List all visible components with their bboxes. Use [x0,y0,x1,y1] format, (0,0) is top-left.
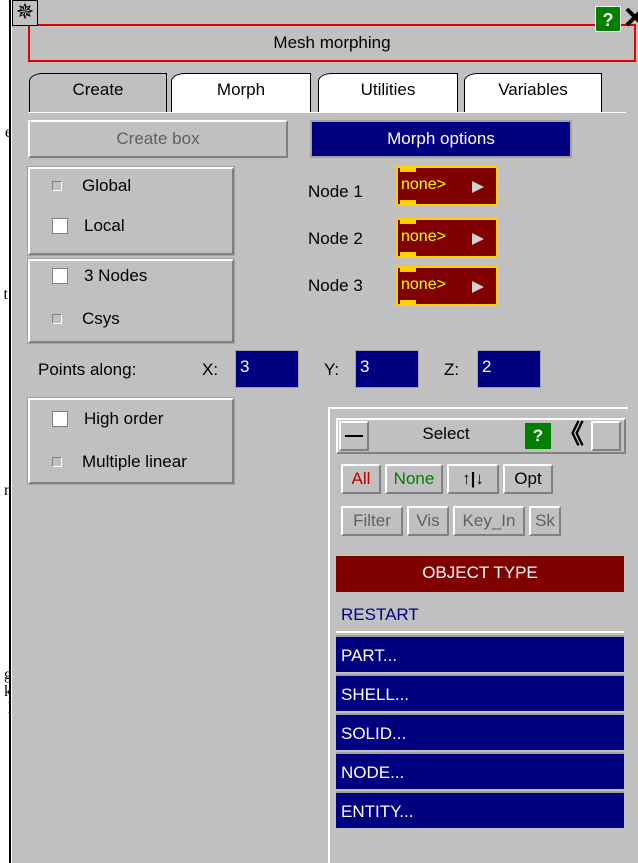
arrow-icon [472,181,484,193]
morph-options-button[interactable]: Morph options [310,120,572,158]
object-type-item[interactable]: SOLID... [336,713,624,750]
node-3-value: none> [401,276,446,293]
node-1-value: none> [401,176,446,193]
local-option[interactable]: Local [52,213,125,239]
x-label: X: [202,360,219,379]
node-marker [400,300,416,304]
tab-variables[interactable]: Variables [464,73,602,113]
high-order-option[interactable]: High order [52,406,163,432]
mesh-morphing-panel: Mesh morphing ✵ ? ✕ Create Morph Utiliti… [11,0,638,863]
object-type-item[interactable]: NODE... [336,752,624,789]
node-3-selector[interactable]: none> [396,266,498,306]
three-nodes-option[interactable]: 3 Nodes [52,263,147,289]
global-radio[interactable] [52,181,62,191]
global-option[interactable]: Global [52,173,131,199]
node-2-value: none> [401,228,446,245]
node-marker [400,220,416,224]
node-marker [400,168,416,172]
maximize-icon[interactable] [591,421,621,451]
csys-radio[interactable] [52,314,62,324]
collapse-icon[interactable]: 《 [555,420,587,450]
y-label: Y: [324,360,340,379]
csys-label: Csys [82,309,120,328]
object-type-item[interactable]: PART... [336,635,624,672]
help-button[interactable]: ? [595,6,621,32]
node-1-selector[interactable]: none> [396,166,498,206]
window-title: Mesh morphing [273,33,391,52]
multiple-linear-label: Multiple linear [82,452,187,471]
three-nodes-label: 3 Nodes [84,266,148,285]
arrow-icon [472,281,484,293]
title-bar[interactable]: Mesh morphing [28,24,636,62]
tab-utilities[interactable]: Utilities [318,73,458,113]
select-none-button[interactable]: None [385,464,443,494]
node-3-label: Node 3 [308,276,363,295]
csys-option[interactable]: Csys [52,306,120,332]
toggle-selection-button[interactable]: ↑|↓ [447,464,499,494]
node-marker [400,252,416,256]
multiple-linear-option[interactable]: Multiple linear [52,449,187,475]
node-1-label: Node 1 [308,182,363,201]
z-label: Z: [444,360,460,379]
x-points-input[interactable]: 3 [235,350,299,388]
sketch-button[interactable]: Sk [529,506,561,536]
node-marker [400,268,416,272]
pin-icon[interactable]: ✵ [12,0,38,26]
object-type-item[interactable]: SHELL... [336,674,624,711]
multiple-linear-radio[interactable] [52,457,62,467]
create-box-button[interactable]: Create box [28,120,288,158]
select-all-button[interactable]: All [341,464,381,494]
node-2-selector[interactable]: none> [396,218,498,258]
points-along-label: Points along: [38,360,137,379]
node-marker [400,200,416,204]
select-options-button[interactable]: Opt [503,464,553,494]
local-label: Local [84,216,125,235]
tab-morph[interactable]: Morph [171,73,311,113]
select-help-button[interactable]: ? [525,423,551,449]
object-type-item[interactable]: ENTITY... [336,791,624,828]
object-type-header: OBJECT TYPE [336,556,624,592]
global-label: Global [82,176,132,195]
close-icon[interactable]: ✕ [621,4,638,34]
z-points-input[interactable]: 2 [477,350,541,388]
filter-button[interactable]: Filter [341,506,403,536]
toggle-icon: ↑|↓ [462,469,484,488]
node-2-label: Node 2 [308,229,363,248]
high-order-checkbox[interactable] [52,411,68,427]
tab-create[interactable]: Create [29,73,167,113]
local-checkbox[interactable] [52,218,68,234]
high-order-label: High order [84,409,164,428]
three-nodes-checkbox[interactable] [52,268,68,284]
tab-divider [28,112,626,113]
vis-button[interactable]: Vis [407,506,449,536]
key-in-button[interactable]: Key_In [453,506,525,536]
select-title: Select [422,424,470,443]
object-type-item[interactable]: RESTART [336,596,624,633]
minimize-icon[interactable] [339,421,369,451]
y-points-input[interactable]: 3 [355,350,419,388]
arrow-icon [472,233,484,245]
